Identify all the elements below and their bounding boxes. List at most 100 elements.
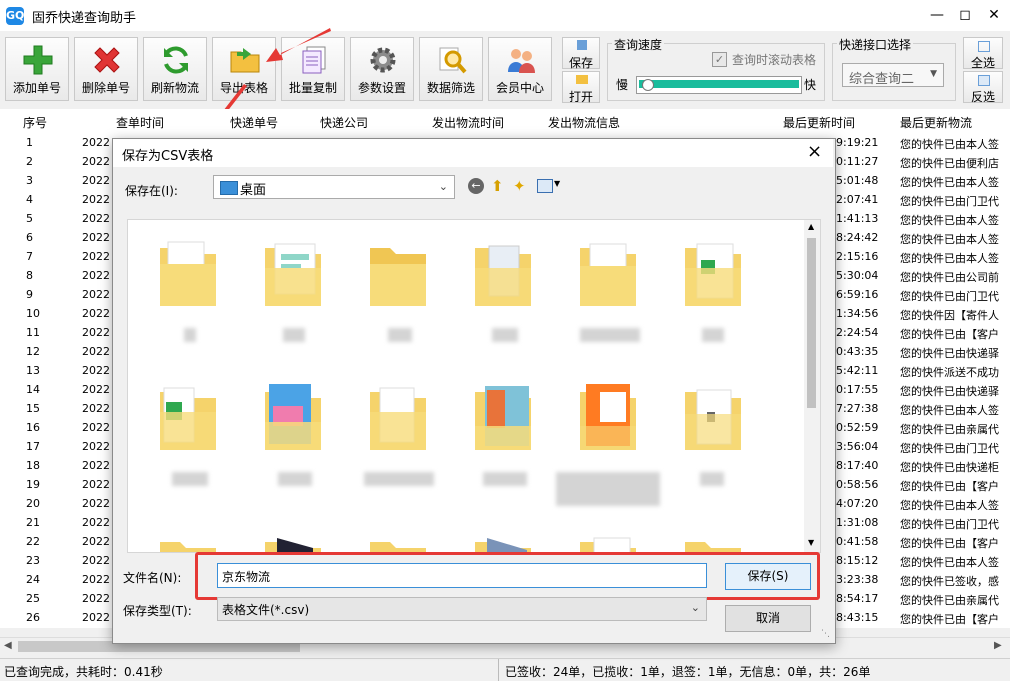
row-last-update-info: 您的快件已由本人签 — [900, 214, 999, 227]
col-header-no[interactable]: 序号 — [23, 114, 47, 131]
row-last-update-info: 您的快件已由本人签 — [900, 176, 999, 189]
folder-icon — [580, 384, 636, 450]
col-header-last-update-time[interactable]: 最后更新时间 — [783, 114, 855, 131]
file-name-redacted — [702, 328, 724, 342]
folder-item[interactable] — [578, 238, 638, 308]
vertical-scroll-thumb[interactable] — [807, 238, 816, 408]
col-header-query-time[interactable]: 查单时间 — [116, 114, 164, 131]
folder-item[interactable] — [263, 382, 323, 452]
row-no: 7 — [26, 250, 33, 263]
filename-label: 文件名(N): — [123, 571, 182, 585]
scroll-up-icon[interactable]: ▲ — [808, 222, 814, 231]
file-name-redacted — [580, 328, 640, 342]
new-folder-icon[interactable]: ✦ — [513, 177, 526, 195]
row-no: 18 — [26, 459, 40, 472]
row-no: 19 — [26, 478, 40, 491]
filetype-value: 表格文件(*.csv) — [222, 603, 310, 617]
cancel-button[interactable]: 取消 — [725, 605, 811, 632]
row-last-update-time: 2:15:16 — [836, 250, 879, 263]
folder-icon — [265, 384, 321, 450]
row-no: 5 — [26, 212, 33, 225]
row-query-date: 2022 — [82, 307, 110, 320]
row-last-update-info: 您的快件已由便利店 — [900, 157, 999, 170]
view-menu-chevron-icon[interactable]: ▼ — [554, 179, 560, 188]
row-last-update-info: 您的快件已由【客户 — [900, 537, 999, 550]
up-folder-icon[interactable]: ⬆ — [491, 177, 504, 195]
row-query-date: 2022 — [82, 136, 110, 149]
row-no: 4 — [26, 193, 33, 206]
folder-item[interactable] — [578, 532, 638, 552]
row-last-update-time: 8:54:17 — [836, 592, 879, 605]
row-query-date: 2022 — [82, 611, 110, 624]
folder-item[interactable] — [263, 238, 323, 308]
col-header-courier[interactable]: 快递公司 — [320, 114, 368, 131]
scroll-down-icon[interactable]: ▼ — [808, 538, 814, 547]
folder-item[interactable] — [473, 532, 533, 552]
folder-item[interactable] — [158, 382, 218, 452]
row-last-update-info: 您的快件已由【客户 — [900, 328, 999, 341]
folder-icon — [370, 248, 426, 306]
row-query-date: 2022 — [82, 288, 110, 301]
col-header-dispatch-time[interactable]: 发出物流时间 — [432, 114, 504, 131]
row-last-update-info: 您的快件因【寄件人 — [900, 309, 999, 322]
folder-item[interactable] — [158, 238, 218, 308]
folder-item[interactable] — [368, 382, 428, 452]
folder-item[interactable] — [158, 532, 218, 552]
folder-icon — [685, 389, 741, 450]
col-header-tracking-number[interactable]: 快递单号 — [230, 114, 278, 131]
row-last-update-info: 您的快件已由【客户 — [900, 613, 999, 626]
close-icon[interactable]: × — [807, 141, 822, 162]
row-no: 15 — [26, 402, 40, 415]
file-name-redacted — [700, 472, 724, 486]
row-query-date: 2022 — [82, 155, 110, 168]
file-name-redacted — [278, 472, 312, 486]
folder-item[interactable] — [683, 238, 743, 308]
scroll-right-icon[interactable]: ▶ — [994, 640, 1002, 651]
row-last-update-time: 8:43:15 — [836, 611, 879, 624]
row-query-date: 2022 — [82, 497, 110, 510]
folder-icon — [475, 386, 531, 450]
scroll-left-icon[interactable]: ◀ — [4, 640, 12, 651]
chevron-down-icon: ⌄ — [690, 601, 700, 614]
row-last-update-info: 您的快件派送不成功 — [900, 366, 999, 379]
row-last-update-time: 0:11:27 — [836, 155, 879, 168]
save-csv-dialog: 保存为CSV表格 × 保存在(I): 桌面 ⌄ ← ⬆ ✦ ▼ ▲ ▼ 文件名(… — [112, 138, 836, 644]
back-icon[interactable]: ← — [468, 178, 484, 194]
vertical-scrollbar[interactable]: ▲ ▼ — [804, 220, 820, 552]
col-header-last-update-info[interactable]: 最后更新物流 — [900, 114, 972, 131]
row-query-date: 2022 — [82, 516, 110, 529]
filetype-select[interactable]: 表格文件(*.csv) ⌄ — [217, 597, 707, 621]
row-no: 11 — [26, 326, 40, 339]
folder-item[interactable] — [473, 382, 533, 452]
folder-item[interactable] — [263, 532, 323, 552]
file-name-redacted — [364, 472, 434, 486]
row-last-update-info: 您的快件已由亲属代 — [900, 423, 999, 436]
col-header-dispatch-info[interactable]: 发出物流信息 — [548, 114, 620, 131]
row-query-date: 2022 — [82, 364, 110, 377]
resize-grip-icon[interactable]: ⋱ — [821, 629, 830, 639]
folder-item[interactable] — [473, 238, 533, 308]
folder-icon — [580, 243, 636, 306]
folder-item[interactable] — [683, 382, 743, 452]
row-last-update-time: 8:15:12 — [836, 554, 879, 567]
row-last-update-time: 8:17:40 — [836, 459, 879, 472]
status-divider — [498, 659, 499, 681]
row-query-date: 2022 — [82, 383, 110, 396]
folder-icon — [160, 542, 216, 552]
row-query-date: 2022 — [82, 326, 110, 339]
folder-item[interactable] — [368, 238, 428, 308]
folder-item[interactable] — [683, 532, 743, 552]
file-name-redacted — [283, 328, 305, 342]
row-last-update-info: 您的快件已由门卫代 — [900, 518, 999, 531]
row-last-update-info: 您的快件已由本人签 — [900, 233, 999, 246]
dialog-title: 保存为CSV表格 — [122, 149, 214, 164]
row-query-date: 2022 — [82, 402, 110, 415]
row-last-update-time: 0:17:55 — [836, 383, 879, 396]
row-last-update-info: 您的快件已由公司前 — [900, 271, 999, 284]
folder-item[interactable] — [578, 382, 638, 452]
folder-icon — [160, 387, 216, 450]
view-menu-icon[interactable] — [537, 179, 553, 193]
folder-item[interactable] — [368, 532, 428, 552]
save-in-select[interactable]: 桌面 ⌄ — [213, 175, 455, 199]
row-last-update-time: 4:07:20 — [836, 497, 879, 510]
